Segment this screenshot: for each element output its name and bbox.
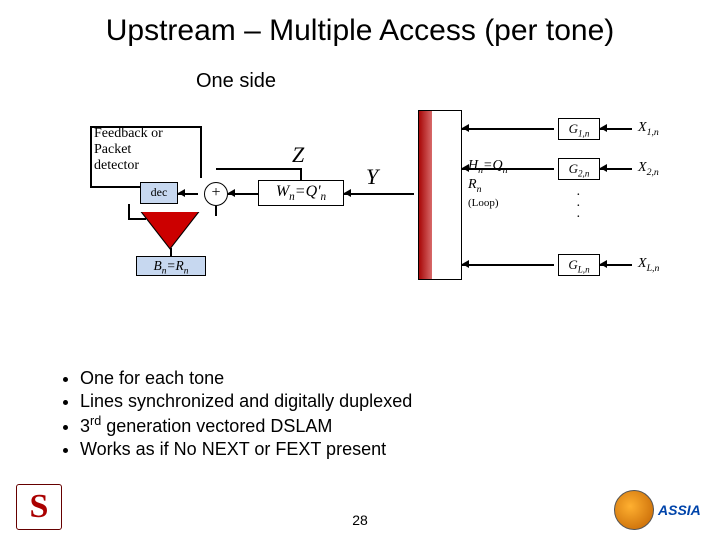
sum-junction: + (204, 182, 228, 206)
page-number: 28 (0, 512, 720, 528)
dec-block: dec (140, 182, 178, 204)
assia-logo: ASSIA (614, 490, 704, 530)
bullet-item: Works as if No NEXT or FEXT present (80, 439, 412, 460)
stanford-logo: S (16, 484, 62, 530)
gain-triangle (142, 212, 198, 248)
bullet-item: 3rd generation vectored DSLAM (80, 414, 412, 437)
bullet-item: One for each tone (80, 368, 412, 389)
slide-subtitle: One side (196, 70, 276, 93)
stanford-s-icon: S (17, 485, 61, 529)
vertical-dots: ··· (576, 190, 581, 224)
assia-mark-icon (614, 490, 654, 530)
x2-label: X2,n (638, 160, 659, 178)
wn-block: Wn=Q'n (258, 180, 344, 206)
gL-block: GL,n (558, 254, 600, 276)
block-diagram: Feedback orPacketdetector dec + Bn=Rn Z … (60, 108, 700, 298)
g1-block: G1,n (558, 118, 600, 140)
xL-label: XL,n (638, 256, 659, 274)
x1-label: X1,n (638, 120, 659, 138)
y-label: Y (366, 164, 378, 190)
assia-text: ASSIA (658, 502, 701, 518)
hn-label: Hn=Qn Rn (Loop) (468, 158, 508, 212)
slide-title: Upstream – Multiple Access (per tone) (0, 0, 720, 48)
bn-block: Bn=Rn (136, 256, 206, 276)
bullet-list: One for each tone Lines synchronized and… (40, 368, 412, 462)
g2-block: G2,n (558, 158, 600, 180)
feedback-detector-label: Feedback orPacketdetector (94, 126, 194, 174)
z-label: Z (292, 142, 304, 168)
bullet-item: Lines synchronized and digitally duplexe… (80, 391, 412, 412)
hn-block (418, 110, 462, 280)
